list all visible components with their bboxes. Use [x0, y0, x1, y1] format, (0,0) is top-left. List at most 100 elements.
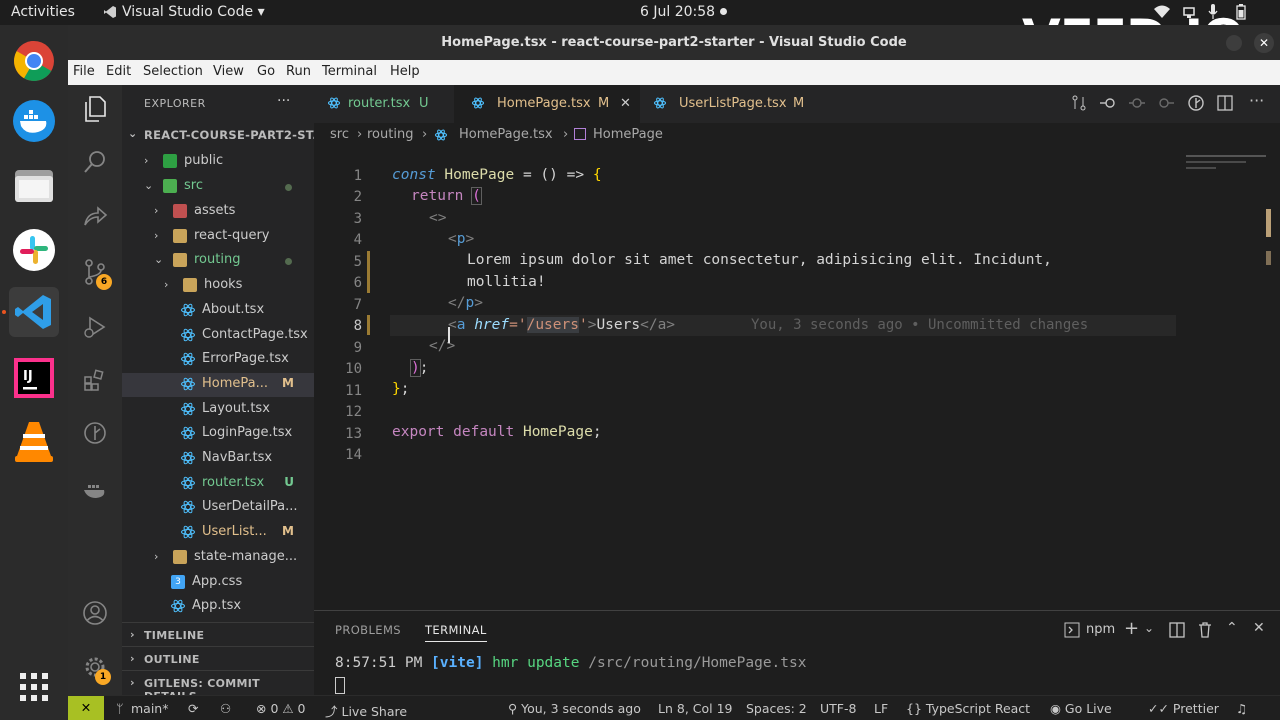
close-window-icon[interactable]: ✕	[1254, 33, 1274, 53]
run-debug-icon[interactable]	[80, 312, 110, 342]
clock[interactable]: 6 Jul 20:58	[640, 4, 715, 20]
new-terminal-icon[interactable]: +	[1124, 618, 1139, 639]
tab-homepage[interactable]: HomePage.tsx M ✕	[454, 85, 640, 123]
vlc-icon[interactable]	[9, 417, 59, 467]
tree-file-homepage[interactable]: HomePa... M	[122, 373, 314, 397]
gitlens-icon[interactable]	[80, 418, 110, 448]
tree-file-loginpage[interactable]: LoginPage.tsx	[122, 422, 314, 446]
tab-terminal[interactable]: TERMINAL	[425, 623, 487, 642]
breadcrumb-symbol[interactable]: HomePage	[593, 127, 663, 142]
docker-extension-icon[interactable]	[80, 475, 110, 505]
tree-file-app-css[interactable]: 3 App.css	[122, 571, 314, 595]
go-live[interactable]: ◉ Go Live	[1050, 701, 1112, 716]
menu-help[interactable]: Help	[390, 64, 420, 79]
chevron-down-icon[interactable]: ⌄	[1144, 621, 1154, 635]
explorer-more-icon[interactable]: ···	[277, 93, 290, 109]
tree-file-app-tsx[interactable]: App.tsx	[122, 595, 314, 619]
gitlens-inspect-icon[interactable]	[1187, 94, 1205, 116]
extensions-icon[interactable]	[80, 365, 110, 395]
maximize-panel-icon[interactable]: ⌃	[1226, 620, 1238, 636]
split-terminal-icon[interactable]	[1169, 622, 1185, 642]
tree-folder-state-management[interactable]: › state-manage...	[122, 546, 314, 570]
code-line-5: Lorem ipsum dolor sit amet consectetur, …	[467, 252, 1052, 268]
terminal-shell-name[interactable]: npm	[1086, 622, 1115, 637]
line-number: 2	[353, 189, 362, 205]
accounts-icon[interactable]	[80, 598, 110, 628]
intellij-icon[interactable]: IJ	[9, 353, 59, 403]
notifications-icon[interactable]: ♫	[1236, 701, 1247, 716]
gitlens-commit-details-section[interactable]: › GITLENS: COMMIT DETAILS	[122, 670, 314, 703]
tree-file-navbar[interactable]: NavBar.tsx	[122, 447, 314, 471]
app-grid-icon[interactable]	[9, 662, 59, 712]
menu-edit[interactable]: Edit	[106, 64, 131, 79]
chrome-icon[interactable]	[9, 36, 59, 86]
docker-icon[interactable]	[9, 96, 59, 146]
app-menu[interactable]: Visual Studio Code ▾	[122, 4, 265, 20]
tree-folder-src[interactable]: ⌄ src	[122, 175, 314, 199]
activities-button[interactable]: Activities	[11, 4, 75, 20]
prettier[interactable]: ✓✓ Prettier	[1148, 701, 1219, 716]
tree-folder-public[interactable]: › public	[122, 150, 314, 174]
files-icon[interactable]	[9, 161, 59, 211]
tree-file-router[interactable]: router.tsx U	[122, 472, 314, 496]
more-actions-icon[interactable]: ···	[1249, 91, 1264, 110]
terminal-output[interactable]: 8:57:51 PM [vite] hmr update /src/routin…	[335, 655, 806, 671]
line-number: 12	[345, 404, 362, 420]
minimize-icon[interactable]	[1226, 35, 1242, 51]
tree-file-errorpage[interactable]: ErrorPage.tsx	[122, 348, 314, 372]
tree-folder-hooks[interactable]: › hooks	[122, 274, 314, 298]
trash-icon[interactable]	[1198, 622, 1212, 642]
outline-section[interactable]: › OUTLINE	[122, 646, 314, 670]
menu-file[interactable]: File	[73, 64, 95, 79]
live-share-status[interactable]: ⤴ Live Share	[325, 701, 407, 720]
explorer-title: EXPLORER	[144, 97, 206, 110]
problems-count[interactable]: ⊗ 0 ⚠ 0	[256, 701, 306, 716]
revision-icon[interactable]	[1129, 95, 1145, 115]
tree-file-userdetailpage[interactable]: UserDetailPa...	[122, 496, 314, 520]
encoding[interactable]: UTF-8	[820, 701, 856, 716]
tree-folder-react-query[interactable]: › react-query	[122, 225, 314, 249]
close-panel-icon[interactable]: ✕	[1253, 620, 1265, 636]
tree-file-about[interactable]: About.tsx	[122, 299, 314, 323]
tree-file-contactpage[interactable]: ContactPage.tsx	[122, 324, 314, 348]
menu-run[interactable]: Run	[286, 64, 311, 79]
menu-selection[interactable]: Selection	[143, 64, 203, 79]
git-branch[interactable]: main*	[131, 701, 168, 716]
search-icon[interactable]	[80, 147, 110, 177]
menu-terminal[interactable]: Terminal	[322, 64, 377, 79]
vscode-icon[interactable]	[9, 287, 59, 337]
language-mode[interactable]: {} TypeScript React	[906, 701, 1030, 716]
breadcrumb-src[interactable]: src	[330, 127, 349, 142]
cursor-position[interactable]: Ln 8, Col 19	[658, 701, 733, 716]
minimap[interactable]	[1180, 147, 1280, 610]
menu-go[interactable]: Go	[257, 64, 275, 79]
live-share-icon[interactable]	[80, 202, 110, 232]
tab-userlistpage[interactable]: UserListPage.tsx M	[640, 85, 812, 123]
end-of-line[interactable]: LF	[874, 701, 888, 716]
breadcrumb-routing[interactable]: routing	[367, 127, 413, 142]
react-file-icon	[181, 402, 195, 416]
timeline-section[interactable]: › TIMELINE	[122, 622, 314, 646]
gitlens-status-icon[interactable]: ⚇	[220, 701, 231, 716]
tab-problems[interactable]: PROBLEMS	[335, 623, 401, 637]
remote-indicator[interactable]: ✕	[68, 696, 104, 720]
tab-router[interactable]: router.tsx U	[314, 85, 454, 123]
go-back-icon[interactable]	[1099, 95, 1117, 115]
tree-folder-assets[interactable]: › assets	[122, 200, 314, 224]
tab-close-icon[interactable]: ✕	[620, 96, 631, 111]
sync-icon[interactable]: ⟳	[188, 701, 198, 716]
slack-icon[interactable]	[9, 225, 59, 275]
blame-status[interactable]: ⚲ You, 3 seconds ago	[508, 701, 641, 716]
project-root[interactable]: ⌄ REACT-COURSE-PART2-ST...	[122, 123, 326, 147]
split-editor-icon[interactable]	[1217, 95, 1233, 115]
menu-view[interactable]: View	[213, 64, 244, 79]
indentation[interactable]: Spaces: 2	[746, 701, 807, 716]
code-editor[interactable]: 1 2 3 4 5 6 7 8 9 10 11 12 13 14 const H…	[314, 147, 1280, 610]
tree-file-userlistpage[interactable]: UserList... M	[122, 521, 314, 545]
go-forward-icon[interactable]	[1157, 95, 1175, 115]
tree-file-layout[interactable]: Layout.tsx	[122, 398, 314, 422]
breadcrumb-file[interactable]: HomePage.tsx	[459, 127, 553, 142]
compare-changes-icon[interactable]	[1071, 95, 1087, 115]
tree-folder-routing[interactable]: ⌄ routing	[122, 249, 314, 273]
explorer-icon[interactable]	[80, 94, 110, 124]
